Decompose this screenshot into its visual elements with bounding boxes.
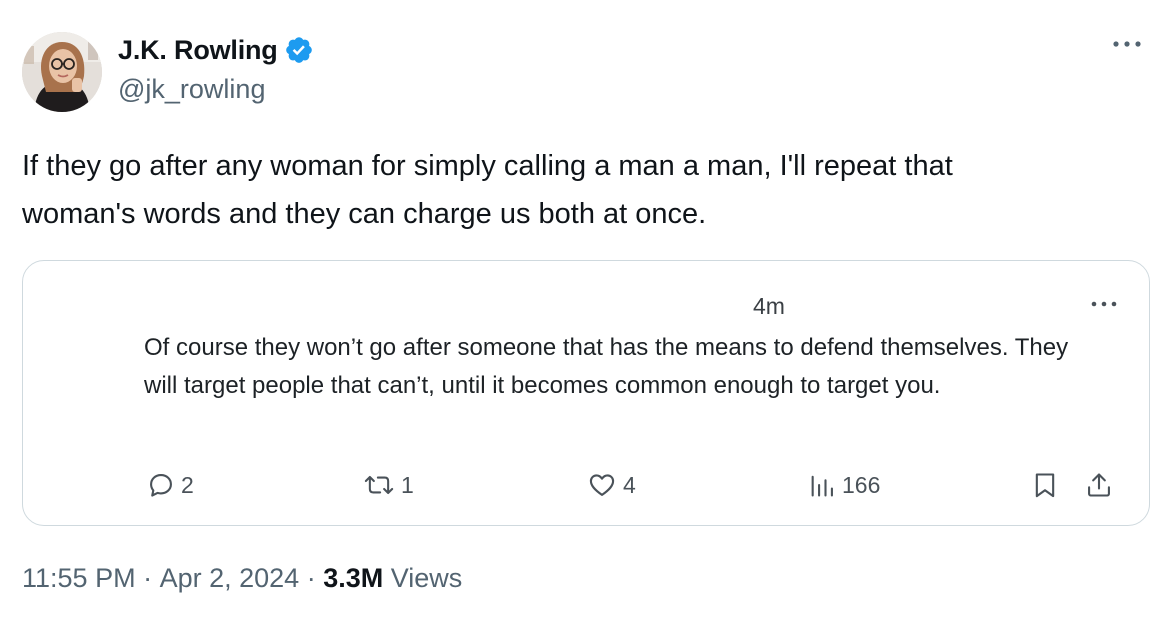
quoted-more-options-button[interactable] [1089, 297, 1119, 311]
like-count: 4 [623, 471, 636, 498]
quoted-post-actions: 2 1 4 166 [23, 467, 1149, 503]
reply-count: 2 [181, 471, 194, 498]
author-info: J.K. Rowling @jk_rowling [118, 32, 314, 105]
share-icon [1088, 473, 1110, 497]
more-horizontal-icon [1091, 301, 1117, 307]
heart-icon [589, 474, 615, 496]
quoted-post-text: Of course they won’t go after someone th… [144, 334, 1069, 399]
post-header: J.K. Rowling @jk_rowling [22, 28, 1146, 112]
repost-button[interactable]: 1 [363, 467, 414, 503]
display-name[interactable]: J.K. Rowling [118, 35, 278, 66]
post-time[interactable]: 11:55 PM [22, 563, 136, 594]
separator: · [299, 563, 324, 593]
views-count: 166 [842, 471, 881, 498]
like-button[interactable]: 4 [587, 467, 636, 503]
views-button[interactable]: 166 [808, 467, 880, 503]
more-horizontal-icon [1113, 41, 1141, 47]
user-handle[interactable]: @jk_rowling [118, 74, 314, 105]
avatar[interactable] [22, 32, 102, 112]
quoted-post-time[interactable]: 4m [753, 293, 785, 320]
verified-badge-icon[interactable] [284, 35, 314, 65]
repost-count: 1 [401, 471, 414, 498]
bookmark-icon [1035, 473, 1055, 498]
separator: · [135, 563, 160, 593]
quoted-post[interactable]: 4m Of course they won’t go after someone… [22, 260, 1150, 526]
views-label: Views [390, 563, 463, 593]
reply-button[interactable]: 2 [147, 467, 194, 503]
views-label-spacer [383, 563, 391, 594]
name-row: J.K. Rowling [118, 32, 314, 68]
views-total: 3.3M [323, 563, 384, 593]
repost-icon [364, 475, 394, 495]
post-metadata: 11:55 PM · Apr 2, 2024 · 3.3M Views [22, 563, 462, 594]
more-options-button[interactable] [1110, 34, 1144, 54]
post-date[interactable]: Apr 2, 2024 [160, 563, 300, 594]
reply-icon [150, 474, 172, 497]
tweet-text: If they go after any woman for simply ca… [22, 150, 953, 230]
share-button[interactable] [1085, 467, 1113, 503]
bookmark-button[interactable] [1031, 467, 1059, 503]
bar-chart-icon [811, 475, 833, 497]
avatar-image [22, 32, 102, 112]
